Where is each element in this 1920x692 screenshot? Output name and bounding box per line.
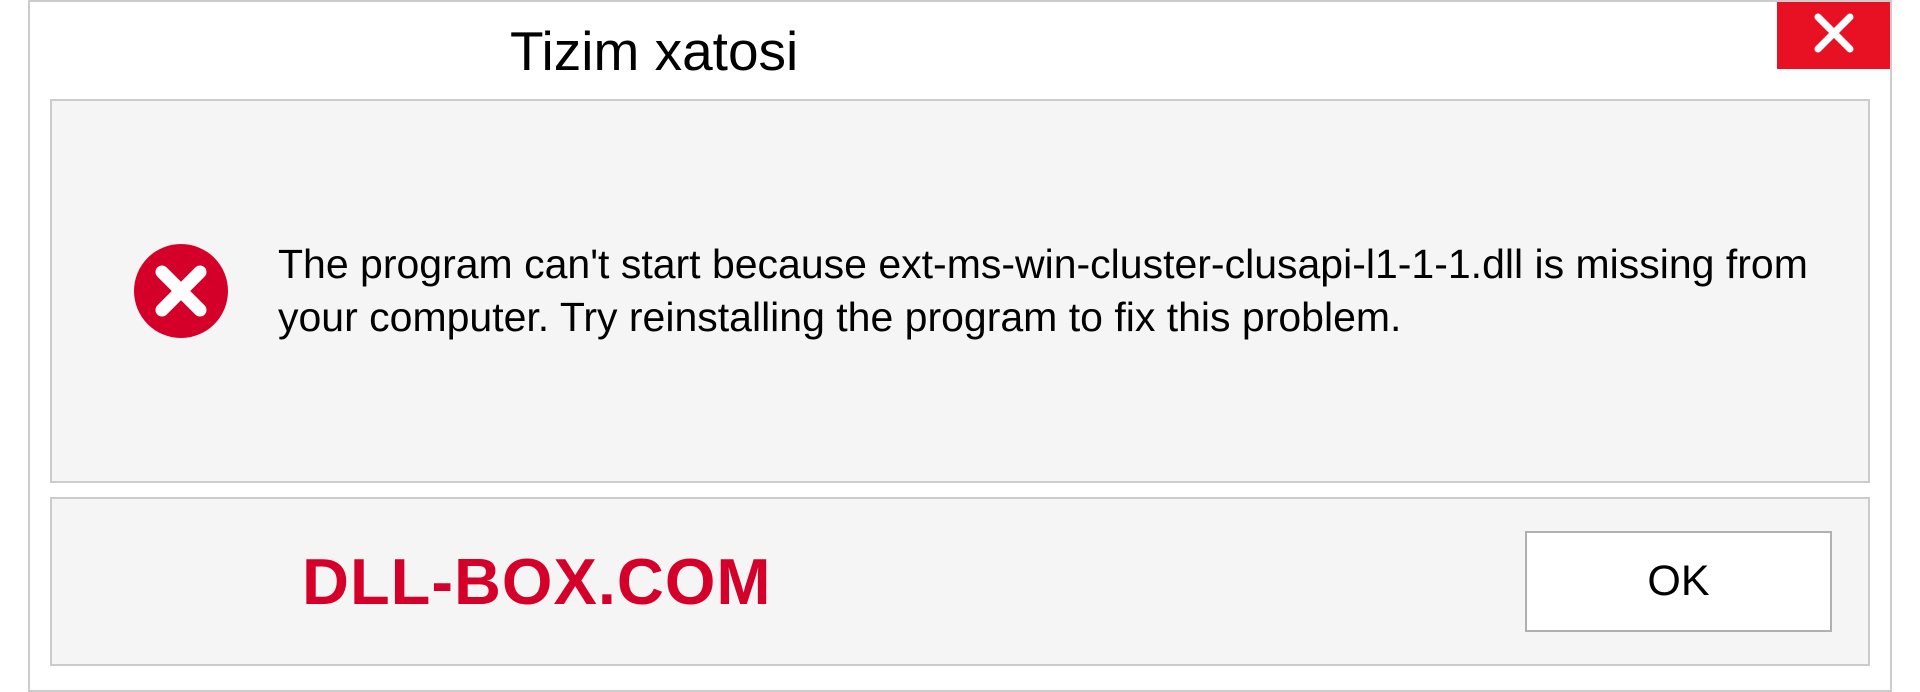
error-icon	[132, 242, 230, 340]
footer-bar: DLL-BOX.COM OK	[50, 497, 1870, 666]
error-message: The program can't start because ext-ms-w…	[278, 238, 1828, 345]
ok-button[interactable]: OK	[1525, 531, 1832, 632]
dialog-title: Tizim xatosi	[510, 19, 798, 83]
watermark-text: DLL-BOX.COM	[302, 544, 772, 619]
title-bar: Tizim xatosi	[30, 2, 1890, 99]
error-dialog: Tizim xatosi The program can't start bec…	[28, 0, 1892, 692]
close-button[interactable]	[1777, 2, 1890, 69]
content-panel: The program can't start because ext-ms-w…	[50, 99, 1870, 483]
close-icon	[1812, 11, 1856, 60]
